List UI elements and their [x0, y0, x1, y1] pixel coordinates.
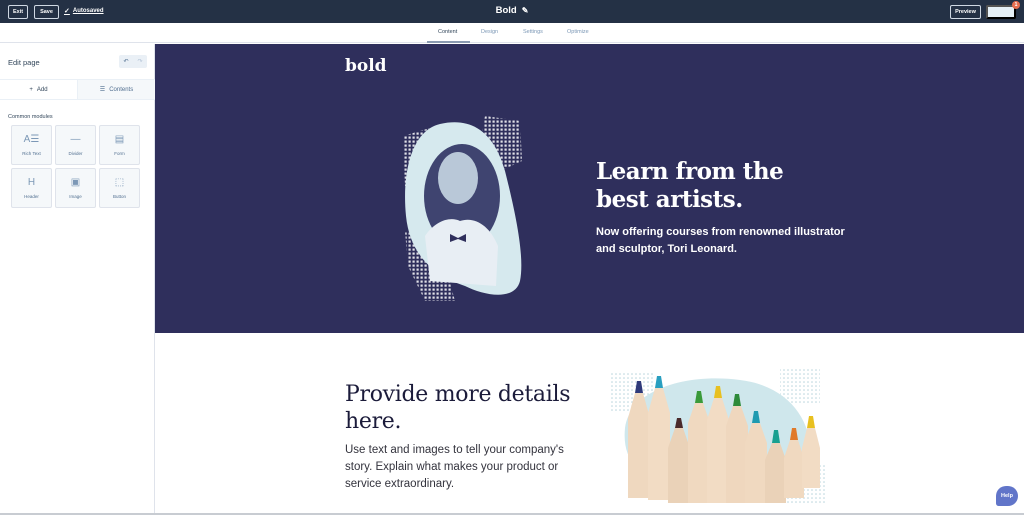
details-heading[interactable]: Provide more details here.	[345, 381, 615, 435]
sidebar-tab-add[interactable]: + Add	[0, 80, 77, 99]
module-form[interactable]: ▤ Form	[99, 125, 140, 165]
sidebar-title: Edit page	[8, 58, 40, 67]
details-section[interactable]: Provide more details here. Use text and …	[155, 333, 1024, 515]
hero-headline-line1: Learn from the	[596, 158, 784, 185]
portrait-image[interactable]	[400, 116, 530, 306]
module-grid: A☰ Rich Text — Divider ▤ Form H Header ▣…	[11, 125, 140, 208]
undo-redo-group: ↶ ↷	[119, 55, 147, 68]
edit-sidebar: Edit page ↶ ↷ + Add ☰ Contents Common mo…	[0, 44, 155, 515]
tab-settings[interactable]: Settings	[523, 29, 543, 35]
pencil-tip-cyan	[655, 376, 663, 388]
preview-button[interactable]: Preview	[950, 5, 981, 19]
redo-icon[interactable]: ↷	[137, 58, 142, 65]
active-tab-indicator	[427, 41, 470, 43]
image-icon: ▣	[70, 176, 81, 188]
sidebar-tab-contents[interactable]: ☰ Contents	[77, 80, 155, 99]
editor-tabs: Content Design Settings Optimize	[0, 23, 1024, 43]
sidebar-tabs: + Add ☰ Contents	[0, 79, 155, 100]
button-icon: ⬚	[114, 176, 125, 188]
pencil	[707, 398, 729, 503]
site-logo[interactable]: bold	[345, 56, 387, 76]
divider-icon: —	[70, 133, 81, 145]
hero-headline[interactable]: Learn from the best artists.	[596, 158, 856, 214]
autosaved-link[interactable]: Autosaved	[73, 8, 104, 14]
module-label: Button	[112, 193, 126, 199]
portrait-shirt	[425, 219, 498, 286]
pencil-tip-yellow	[807, 416, 815, 428]
module-image[interactable]: ▣ Image	[55, 168, 96, 208]
help-button[interactable]: Help	[996, 486, 1018, 506]
sidebar-tab-contents-label: Contents	[109, 86, 134, 93]
undo-icon[interactable]: ↶	[123, 58, 128, 65]
page-title-text: Bold	[495, 5, 517, 16]
module-label: Form	[114, 150, 125, 156]
pencil	[668, 428, 690, 503]
module-label: Divider	[68, 150, 83, 156]
common-modules-heading: Common modules	[8, 114, 53, 120]
module-divider[interactable]: — Divider	[55, 125, 96, 165]
pencil	[648, 388, 670, 500]
module-label: Image	[69, 193, 82, 199]
pencil	[745, 423, 767, 503]
dot-pattern-tr	[780, 368, 820, 403]
notification-badge: 1	[1012, 1, 1020, 9]
form-icon: ▤	[114, 133, 125, 145]
module-label: Rich Text	[22, 150, 41, 156]
module-header[interactable]: H Header	[11, 168, 52, 208]
details-body[interactable]: Use text and images to tell your company…	[345, 442, 585, 493]
hero-subtext[interactable]: Now offering courses from renowned illus…	[596, 224, 856, 258]
autosaved-status[interactable]: ✓ Autosaved	[64, 7, 104, 15]
check-icon: ✓	[64, 8, 70, 15]
pencil-icon[interactable]: ✎	[522, 6, 529, 15]
save-button[interactable]: Save	[34, 5, 59, 19]
module-label: Header	[24, 193, 39, 199]
publish-button[interactable]: Publish	[986, 5, 1016, 19]
hero-headline-line2: best artists.	[596, 186, 743, 213]
module-button[interactable]: ⬚ Button	[99, 168, 140, 208]
plus-icon: +	[29, 86, 33, 93]
tab-content[interactable]: Content	[438, 29, 457, 35]
hero-section[interactable]: bold Learn from the best artists. Now of…	[155, 44, 1024, 333]
module-rich-text[interactable]: A☰ Rich Text	[11, 125, 52, 165]
rich-text-icon: A☰	[23, 133, 40, 145]
tab-optimize[interactable]: Optimize	[567, 29, 589, 35]
pencil	[688, 403, 710, 503]
list-icon: ☰	[99, 87, 106, 93]
exit-button[interactable]: Exit	[8, 5, 28, 19]
pencils-image[interactable]	[610, 368, 830, 508]
top-toolbar: Exit Save ✓ Autosaved Bold ✎ Preview Pub…	[0, 0, 1024, 23]
sidebar-tab-add-label: Add	[36, 86, 48, 93]
page-title[interactable]: Bold ✎	[480, 5, 544, 16]
pencil	[628, 393, 650, 498]
header-icon: H	[27, 176, 36, 188]
tab-design[interactable]: Design	[481, 29, 498, 35]
pencil	[726, 406, 748, 503]
portrait-face	[438, 152, 478, 204]
